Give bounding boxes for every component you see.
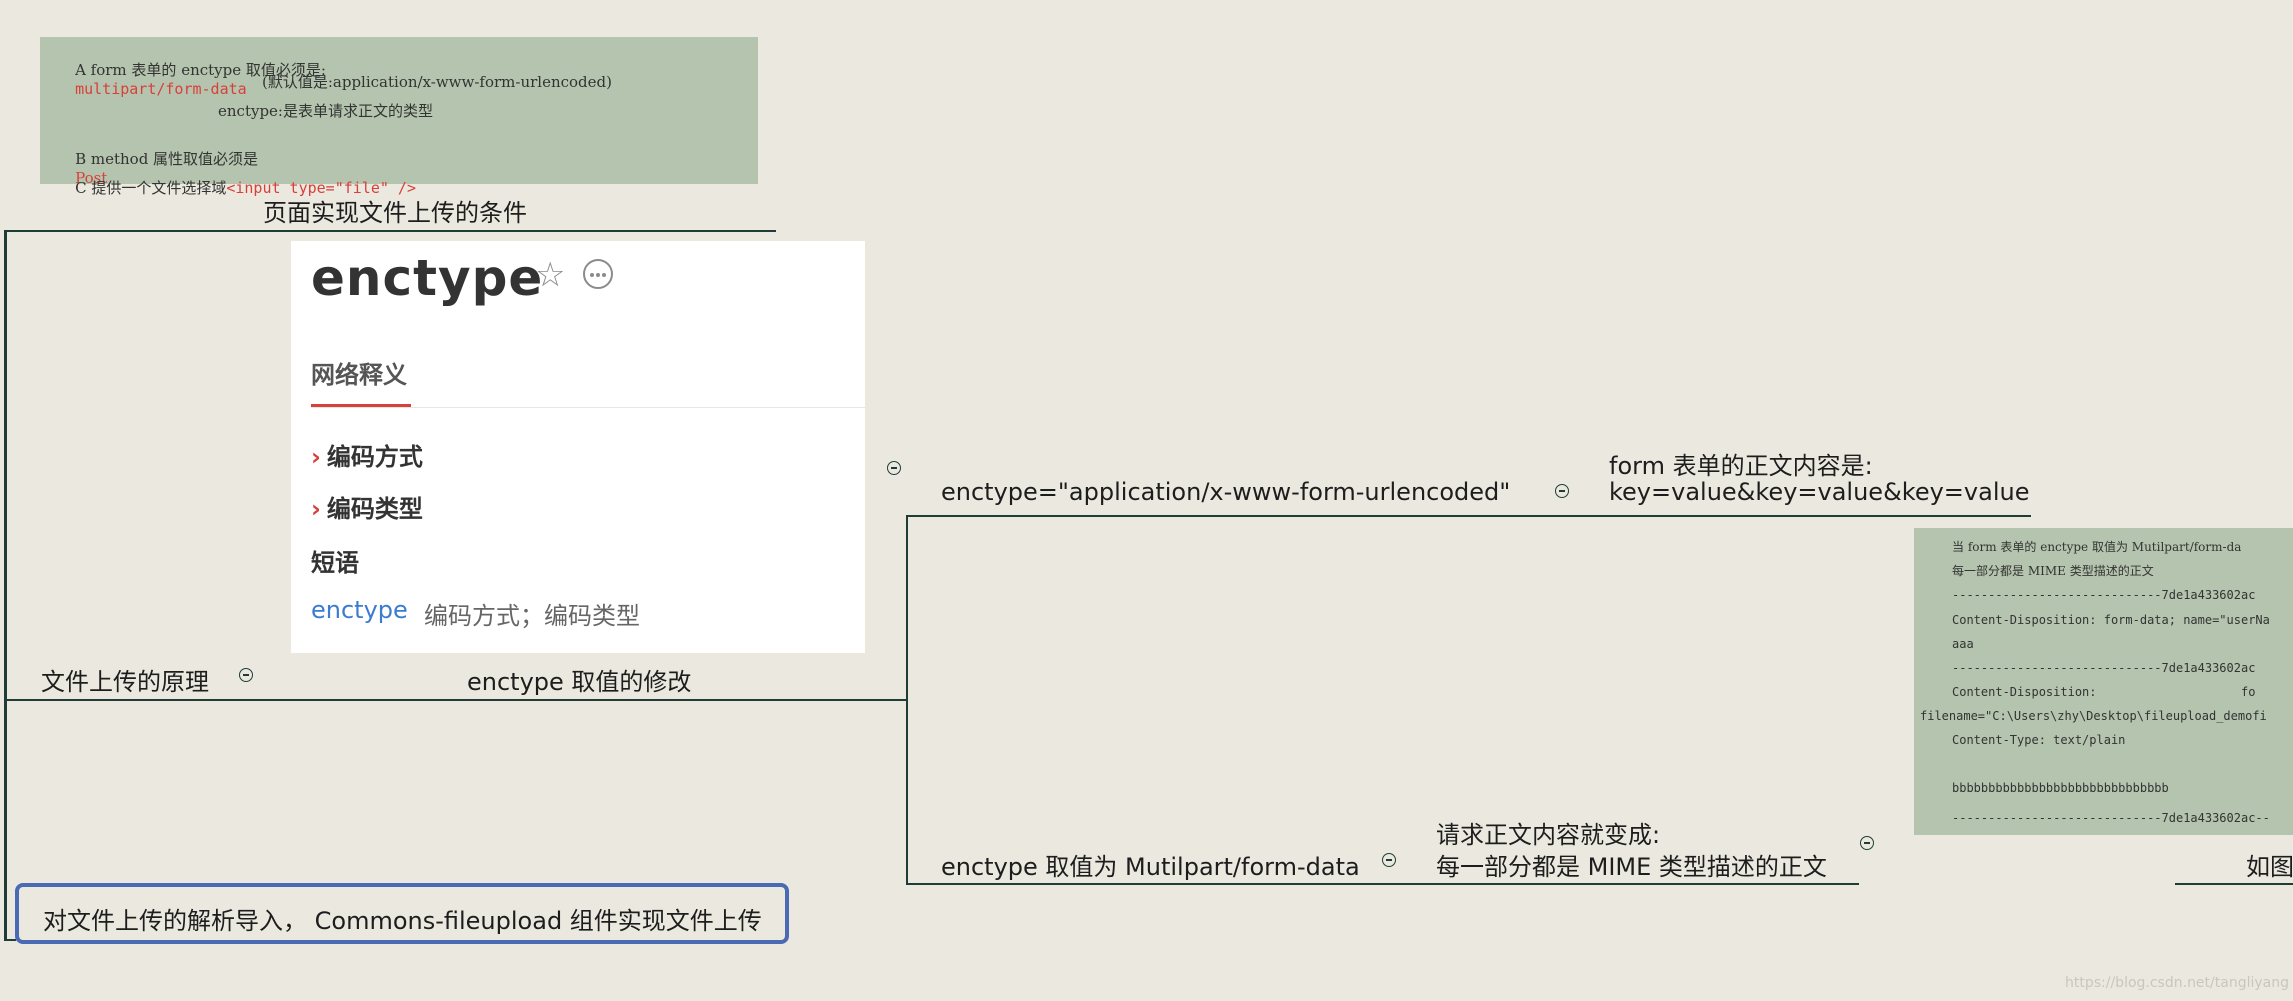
node-multipart[interactable]: enctype 取值为 Mutilpart/form-data [941, 847, 1360, 882]
node-conditions[interactable]: 页面实现文件上传的条件 [263, 193, 527, 228]
collapse-toggle-urlencoded[interactable] [1555, 484, 1569, 498]
dictionary-phrase-word: enctype [311, 596, 408, 624]
node-principle[interactable]: 文件上传的原理 [41, 662, 209, 697]
dictionary-phrase-definition: 编码方式；编码类型 [424, 602, 640, 630]
branch-line-multipart-body [1415, 883, 1859, 885]
sub-trunk-connector [886, 699, 908, 701]
dictionary-phrase-heading: 短语 [311, 549, 359, 577]
note-line-c-prefix: C 提供一个文件选择域 [75, 179, 227, 197]
star-icon: ☆ [535, 255, 566, 295]
branch-line-principle [4, 699, 274, 701]
trunk-line [4, 230, 7, 940]
node-urlencoded[interactable]: enctype="application/x-www-form-urlencod… [941, 478, 1510, 506]
note-line-a-value: multipart/form-data [75, 80, 247, 98]
conditions-note: A form 表单的 enctype 取值必须是: multipart/form… [40, 37, 758, 197]
branch-line-conditions [4, 230, 776, 232]
dictionary-meaning-2: › 编码类型 [311, 495, 423, 523]
dictionary-divider [311, 407, 865, 408]
collapse-toggle-enctype-change[interactable] [887, 461, 901, 475]
node-urlencoded-body-line2[interactable]: key=value&key=value&key=value [1609, 478, 2029, 506]
dictionary-meaning-1: › 编码方式 [311, 443, 423, 471]
note-line-a-desc: enctype:是表单请求正文的类型 [218, 102, 433, 120]
collapse-toggle-principle[interactable] [239, 668, 253, 682]
node-as-figure[interactable]: 如图 [2246, 847, 2293, 882]
dictionary-word: enctype [311, 249, 544, 307]
node-summary-label: 对文件上传的解析导入， Commons-fileupload 组件实现文件上传 [43, 907, 762, 935]
branch-line-enctype-change [236, 699, 886, 701]
node-multipart-body-line1[interactable]: 请求正文内容就变成: [1436, 815, 1660, 850]
chevron-right-icon: › [311, 495, 321, 523]
node-multipart-body-line2[interactable]: 每一部分都是 MIME 类型描述的正文 [1436, 847, 1827, 882]
branch-line-summary [4, 939, 16, 941]
node-summary-selected[interactable]: 对文件上传的解析导入， Commons-fileupload 组件实现文件上传 [15, 883, 789, 944]
branch-line-urlencoded [906, 515, 2031, 517]
branch-line-figure [2175, 883, 2293, 885]
node-enctype-change[interactable]: enctype 取值的修改 [467, 662, 691, 697]
node-urlencoded-body-line1[interactable]: form 表单的正文内容是: [1609, 446, 1873, 481]
collapse-toggle-multipart-body[interactable] [1860, 836, 1874, 850]
more-icon [583, 259, 613, 289]
note-line-a-default: (默认值是:application/x-www-form-urlencoded) [262, 73, 612, 91]
dictionary-tab: 网络释义 [311, 361, 407, 389]
collapse-toggle-multipart[interactable] [1382, 853, 1396, 867]
watermark: https://blog.csdn.net/tangliyang [2065, 975, 2289, 991]
chevron-right-icon: › [311, 443, 321, 471]
enctype-dictionary-image: enctype ☆ 网络释义 › 编码方式 › 编码类型 短语 enctype 编码… [291, 241, 865, 653]
multipart-body-note: 当 form 表单的 enctype 取值为 Mutilpart/form-da… [1914, 528, 2293, 835]
branch-line-multipart [906, 883, 1416, 885]
